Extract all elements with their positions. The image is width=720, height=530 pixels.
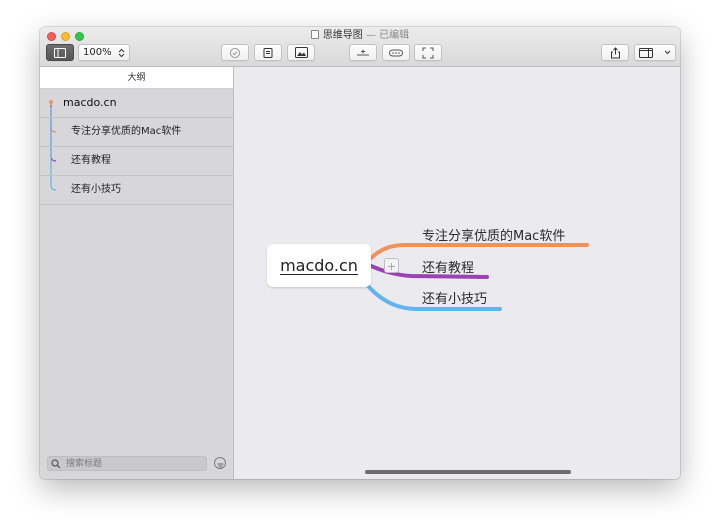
add-subtopic-button[interactable] <box>384 258 399 273</box>
mind-map-canvas[interactable]: macdo.cn 专注分享优质的Mac软件 还有教程 还有小技巧 <box>235 67 680 479</box>
outline-sidebar: 大纲 macdo.cn 专注分享优质的Mac软件 还有教程 还有小技巧 <box>40 67 234 479</box>
window-title: 思维导图 — 已编辑 <box>40 29 680 43</box>
search-field[interactable] <box>47 456 207 471</box>
share-button[interactable] <box>601 44 629 61</box>
branch-topic[interactable]: 专注分享优质的Mac软件 <box>422 225 565 244</box>
outline-header: 大纲 <box>40 67 233 89</box>
image-icon <box>294 47 308 58</box>
central-topic[interactable]: macdo.cn <box>267 244 371 287</box>
title-separator: — <box>362 30 380 41</box>
fit-to-window-icon <box>422 47 434 59</box>
filter-button[interactable] <box>214 457 226 469</box>
zoom-value: 100% <box>83 47 112 58</box>
document-icon <box>310 30 319 39</box>
branch-topic[interactable]: 还有小技巧 <box>422 288 487 307</box>
insert-topic-icon <box>356 48 370 58</box>
window-title-text: 思维导图 <box>322 30 363 41</box>
outline-root-item[interactable]: macdo.cn <box>40 89 233 118</box>
sidebar-toggle-icon <box>54 47 66 58</box>
search-input[interactable] <box>66 457 204 470</box>
branch-topic[interactable]: 还有教程 <box>422 257 474 276</box>
outline-item[interactable]: 还有教程 <box>40 147 233 176</box>
fit-to-window-button[interactable] <box>414 44 442 61</box>
outline-item[interactable]: 专注分享优质的Mac软件 <box>40 118 233 147</box>
toggle-sidebar-button[interactable] <box>46 44 74 61</box>
insert-topic-button[interactable] <box>349 44 377 61</box>
filter-icon <box>217 454 224 473</box>
outline-item[interactable]: 还有小技巧 <box>40 176 233 205</box>
chevron-down-icon <box>664 50 671 55</box>
edit-status: 已编辑 <box>379 30 410 41</box>
zoom-select[interactable]: 100% <box>78 44 130 61</box>
image-button[interactable] <box>287 44 315 61</box>
horizontal-scrollbar[interactable] <box>365 470 571 474</box>
app-window: 思维导图 — 已编辑 100% 大纲 macdo.cn 专注分享优质的Mac软件… <box>40 27 680 479</box>
chevron-updown-icon <box>118 48 125 58</box>
task-button[interactable] <box>221 44 249 61</box>
note-button[interactable] <box>254 44 282 61</box>
share-icon <box>610 46 621 59</box>
title-bar: 思维导图 — 已编辑 100% <box>40 27 680 67</box>
view-panel-icon <box>639 47 653 58</box>
note-icon <box>262 47 274 59</box>
plus-icon <box>387 256 396 275</box>
view-menu-button[interactable] <box>634 44 676 61</box>
checkmark-icon <box>229 47 241 59</box>
ellipsis-icon <box>389 48 403 58</box>
more-button[interactable] <box>382 44 410 61</box>
